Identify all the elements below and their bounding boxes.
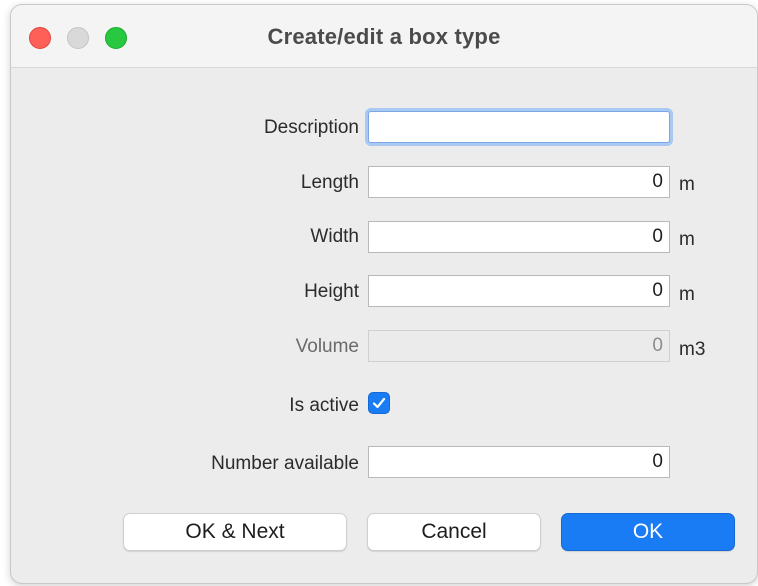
checkmark-icon [372,397,386,409]
height-label: Height [304,281,359,302]
description-input[interactable] [368,111,670,143]
length-label: Length [300,172,359,193]
number-available-input[interactable] [368,446,670,478]
volume-unit: m3 [679,339,706,360]
volume-input [368,330,670,362]
number-available-label: Number available [211,453,359,474]
window-title: Create/edit a box type [267,24,501,49]
dialog-window: Create/edit a box type Description Lengt… [10,4,758,584]
width-label: Width [310,226,359,247]
height-input[interactable] [368,275,670,307]
height-unit: m [679,284,695,305]
is-active-checkbox[interactable] [368,392,390,414]
cancel-button[interactable]: Cancel [367,513,541,551]
ok-button[interactable]: OK [561,513,735,551]
width-unit: m [679,229,695,250]
length-input[interactable] [368,166,670,198]
volume-label: Volume [295,336,359,357]
title-bar: Create/edit a box type [11,5,757,68]
ok-next-button[interactable]: OK & Next [123,513,347,551]
length-unit: m [679,174,695,195]
description-label: Description [263,117,359,138]
is-active-label: Is active [289,395,359,416]
width-input[interactable] [368,221,670,253]
